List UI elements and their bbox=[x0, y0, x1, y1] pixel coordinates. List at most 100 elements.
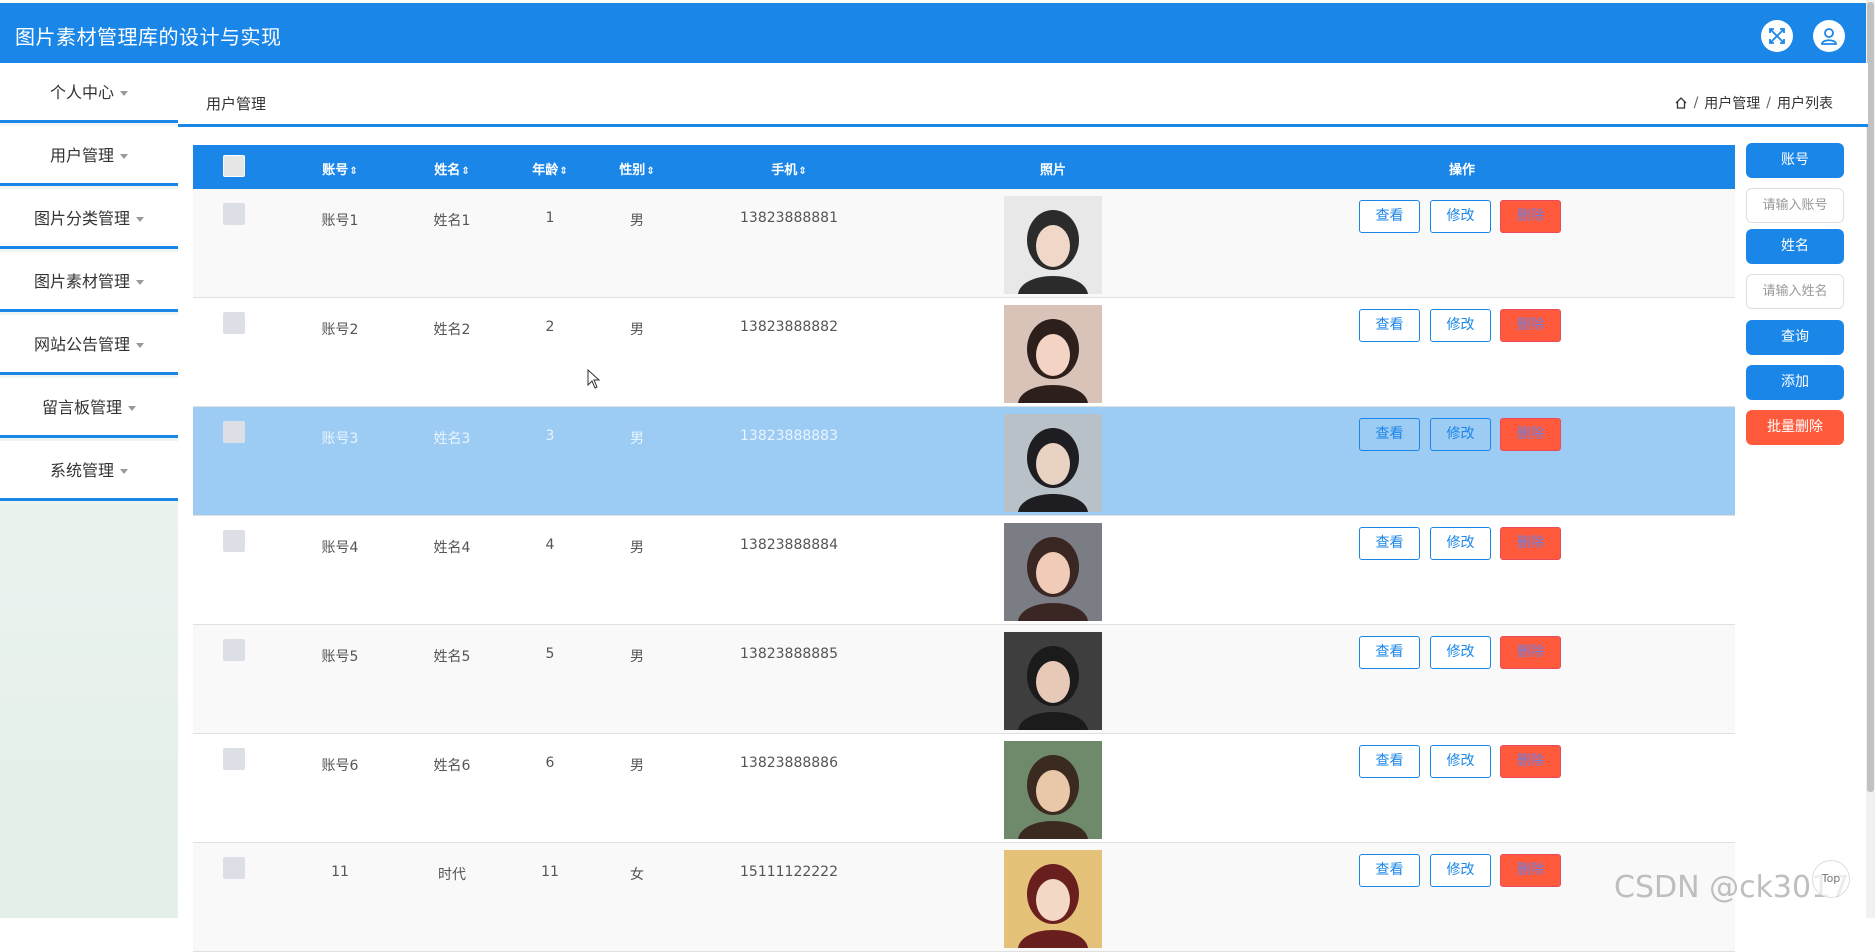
table-row[interactable]: 账号5 姓名5 5 男 13823888885 查看 修改 删除 bbox=[193, 625, 1735, 734]
add-button[interactable]: 添加 bbox=[1746, 365, 1844, 400]
edit-button[interactable]: 修改 bbox=[1430, 200, 1491, 233]
delete-button[interactable]: 删除 bbox=[1500, 745, 1561, 778]
row-checkbox[interactable] bbox=[223, 530, 245, 552]
row-checkbox[interactable] bbox=[223, 312, 245, 334]
cell-age: 11 bbox=[541, 864, 559, 880]
back-to-top-button[interactable]: Top bbox=[1812, 860, 1850, 898]
home-icon[interactable] bbox=[1674, 96, 1688, 110]
table-row[interactable]: 账号1 姓名1 1 男 13823888881 查看 修改 删除 bbox=[193, 189, 1735, 298]
row-checkbox[interactable] bbox=[223, 203, 245, 225]
user-avatar-button[interactable] bbox=[1813, 20, 1845, 52]
cell-phone: 15111122222 bbox=[740, 864, 838, 880]
cell-phone: 13823888886 bbox=[740, 755, 838, 771]
cell-age: 3 bbox=[545, 428, 555, 444]
column-header-photo: 照片 bbox=[1039, 163, 1066, 178]
sidebar-item-label: 图片分类管理 bbox=[33, 209, 130, 228]
fullscreen-button[interactable] bbox=[1761, 20, 1793, 52]
cell-gender: 男 bbox=[630, 540, 644, 556]
view-button[interactable]: 查看 bbox=[1359, 636, 1420, 669]
app-header: 图片素材管理库的设计与实现 bbox=[0, 3, 1867, 63]
view-button[interactable]: 查看 bbox=[1359, 854, 1420, 887]
cell-account: 账号2 bbox=[321, 322, 359, 338]
user-photo[interactable] bbox=[1004, 741, 1102, 839]
fullscreen-icon bbox=[1769, 28, 1785, 44]
view-button[interactable]: 查看 bbox=[1359, 418, 1420, 451]
cell-gender: 男 bbox=[630, 431, 644, 447]
content-topbar: 用户管理 / 用户管理 / 用户列表 bbox=[178, 63, 1868, 127]
edit-button[interactable]: 修改 bbox=[1430, 636, 1491, 669]
batch-delete-button[interactable]: 批量删除 bbox=[1746, 410, 1844, 445]
sidebar-item-image-category[interactable]: 图片分类管理 bbox=[0, 189, 178, 249]
portrait-image bbox=[1004, 196, 1102, 294]
account-search-input[interactable] bbox=[1746, 188, 1844, 223]
caret-down-icon bbox=[136, 217, 144, 222]
edit-button[interactable]: 修改 bbox=[1430, 527, 1491, 560]
column-header-label: 年龄 bbox=[532, 163, 559, 178]
sidebar-item-user-management[interactable]: 用户管理 bbox=[0, 126, 178, 186]
portrait-image bbox=[1004, 523, 1102, 621]
portrait-image bbox=[1004, 850, 1102, 948]
cell-account: 账号5 bbox=[321, 649, 359, 665]
sidebar-item-message-board[interactable]: 留言板管理 bbox=[0, 378, 178, 438]
table-row[interactable]: 账号4 姓名4 4 男 13823888884 查看 修改 删除 bbox=[193, 516, 1735, 625]
delete-button[interactable]: 删除 bbox=[1500, 200, 1561, 233]
table-row[interactable]: 11 时代 11 女 15111122222 查看 修改 删除 bbox=[193, 843, 1735, 952]
cell-phone: 13823888881 bbox=[740, 210, 838, 226]
edit-button[interactable]: 修改 bbox=[1430, 745, 1491, 778]
breadcrumb-item-user-management[interactable]: 用户管理 bbox=[1704, 93, 1760, 113]
delete-button[interactable]: 删除 bbox=[1500, 309, 1561, 342]
user-photo[interactable] bbox=[1004, 196, 1102, 294]
edit-button[interactable]: 修改 bbox=[1430, 418, 1491, 451]
name-label: 姓名 bbox=[1746, 229, 1844, 264]
column-header-phone[interactable]: 手机⇕ bbox=[764, 159, 814, 178]
name-search-input[interactable] bbox=[1746, 274, 1844, 309]
user-photo[interactable] bbox=[1004, 523, 1102, 621]
user-photo[interactable] bbox=[1004, 305, 1102, 403]
edit-button[interactable]: 修改 bbox=[1430, 309, 1491, 342]
cell-age: 4 bbox=[545, 537, 555, 553]
column-header-actions: 操作 bbox=[1448, 163, 1475, 178]
cell-name: 姓名3 bbox=[433, 431, 471, 447]
portrait-image bbox=[1004, 305, 1102, 403]
column-header-label: 姓名 bbox=[434, 163, 461, 178]
scrollbar-thumb[interactable] bbox=[1867, 2, 1874, 792]
delete-button[interactable]: 删除 bbox=[1500, 854, 1561, 887]
view-button[interactable]: 查看 bbox=[1359, 745, 1420, 778]
column-header-account[interactable]: 账号⇕ bbox=[315, 159, 365, 178]
user-photo[interactable] bbox=[1004, 414, 1102, 512]
view-button[interactable]: 查看 bbox=[1359, 309, 1420, 342]
delete-button[interactable]: 删除 bbox=[1500, 418, 1561, 451]
row-checkbox[interactable] bbox=[223, 639, 245, 661]
column-header-age[interactable]: 年龄⇕ bbox=[525, 159, 575, 178]
sidebar-item-system[interactable]: 系统管理 bbox=[0, 441, 178, 501]
delete-button[interactable]: 删除 bbox=[1500, 636, 1561, 669]
column-header-label: 手机 bbox=[771, 163, 798, 178]
column-header-gender[interactable]: 性别⇕ bbox=[612, 159, 662, 178]
delete-button[interactable]: 删除 bbox=[1500, 527, 1561, 560]
table-row[interactable]: 账号3 姓名3 3 男 13823888883 查看 修改 删除 bbox=[193, 407, 1735, 516]
cell-phone: 13823888885 bbox=[740, 646, 838, 662]
table-row[interactable]: 账号2 姓名2 2 男 13823888882 查看 修改 删除 bbox=[193, 298, 1735, 407]
row-checkbox[interactable] bbox=[223, 748, 245, 770]
select-all-checkbox[interactable] bbox=[223, 155, 245, 177]
breadcrumb: / 用户管理 / 用户列表 bbox=[1674, 93, 1833, 113]
sidebar-item-label: 用户管理 bbox=[49, 146, 114, 165]
cell-account: 账号1 bbox=[321, 213, 359, 229]
sidebar-item-label: 系统管理 bbox=[49, 461, 114, 480]
user-photo[interactable] bbox=[1004, 632, 1102, 730]
sidebar-item-personal-center[interactable]: 个人中心 bbox=[0, 63, 178, 123]
column-header-name[interactable]: 姓名⇕ bbox=[427, 159, 477, 178]
row-checkbox[interactable] bbox=[223, 421, 245, 443]
sidebar-item-announcement[interactable]: 网站公告管理 bbox=[0, 315, 178, 375]
query-button[interactable]: 查询 bbox=[1746, 320, 1844, 355]
row-checkbox[interactable] bbox=[223, 857, 245, 879]
sidebar-item-image-material[interactable]: 图片素材管理 bbox=[0, 252, 178, 312]
cell-age: 6 bbox=[545, 755, 555, 771]
view-button[interactable]: 查看 bbox=[1359, 527, 1420, 560]
user-photo[interactable] bbox=[1004, 850, 1102, 948]
column-header-label: 账号 bbox=[322, 163, 349, 178]
table-row[interactable]: 账号6 姓名6 6 男 13823888886 查看 修改 删除 bbox=[193, 734, 1735, 843]
edit-button[interactable]: 修改 bbox=[1430, 854, 1491, 887]
view-button[interactable]: 查看 bbox=[1359, 200, 1420, 233]
account-label: 账号 bbox=[1746, 143, 1844, 178]
